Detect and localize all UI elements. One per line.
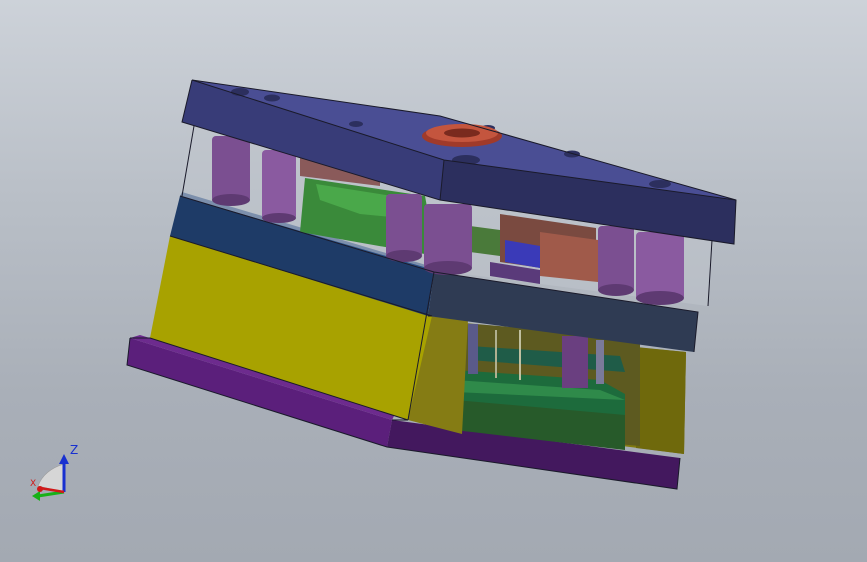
z-axis-label: Z <box>70 443 78 457</box>
x-axis-head <box>37 486 43 492</box>
locating-ring[interactable] <box>422 124 502 147</box>
mold-assembly-model[interactable] <box>0 0 867 562</box>
orientation-triad[interactable]: Z X <box>24 440 84 504</box>
ejector-plates[interactable] <box>452 322 640 450</box>
z-axis-head <box>59 454 69 464</box>
graphics-viewport[interactable]: Z X <box>0 0 867 562</box>
x-axis-label: X <box>30 479 36 489</box>
y-axis-head <box>32 491 40 501</box>
